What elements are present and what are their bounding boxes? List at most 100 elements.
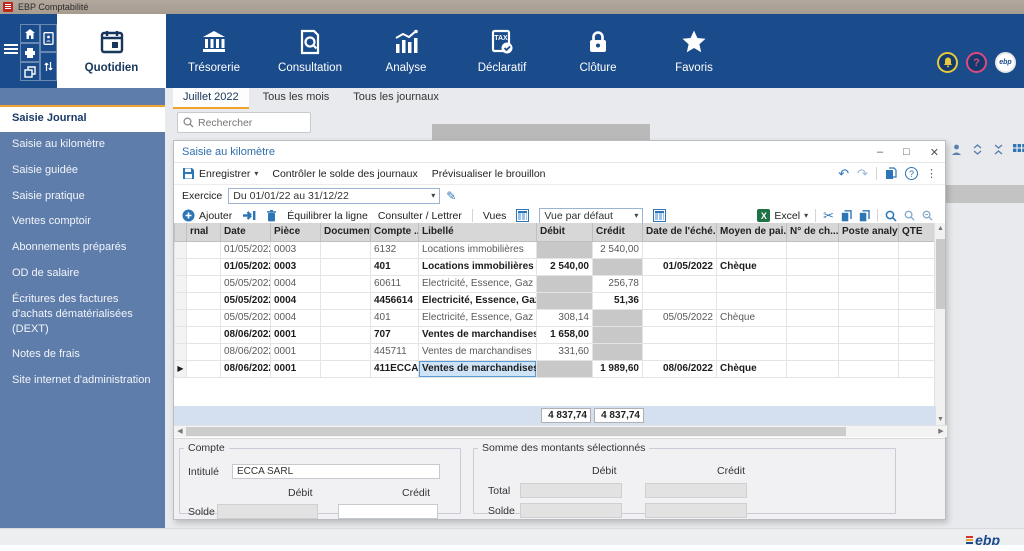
entry-row[interactable]: 01/05/2022 0003 401 Locations immobilières 2… (174, 257, 936, 276)
cell-qte[interactable] (898, 291, 936, 310)
horizontal-scrollbar[interactable]: ◀ ▶ (174, 425, 947, 437)
cell-libelle[interactable]: Locations immobilières (418, 257, 537, 276)
cell-debit[interactable] (536, 359, 593, 378)
cell-debit[interactable] (536, 240, 593, 259)
cell-debit[interactable]: 2 540,00 (536, 257, 593, 276)
nav-tab-consultation[interactable]: Consultation (262, 14, 358, 88)
cell-compte[interactable]: 4456614 (370, 291, 419, 310)
cell-date[interactable]: 08/06/2022 (220, 359, 271, 378)
cell-moyen[interactable] (716, 325, 787, 344)
cell-echeance[interactable] (642, 274, 717, 293)
add-row-button[interactable]: Ajouter (182, 209, 232, 222)
cell-libelle[interactable]: Locations immobilières (418, 240, 537, 259)
dialog-titlebar[interactable]: Saisie au kilomètre – □ ✕ (174, 141, 945, 163)
cell-piece[interactable]: 0004 (270, 274, 321, 293)
cell-journal[interactable] (186, 359, 221, 378)
cell-qte[interactable] (898, 325, 936, 344)
cell-journal[interactable] (186, 325, 221, 344)
intitule-field[interactable]: ECCA SARL (232, 464, 440, 479)
column-header[interactable]: rnal (186, 223, 221, 242)
cell-debit[interactable] (536, 274, 593, 293)
dialog-help-icon[interactable]: ? (905, 167, 918, 180)
column-header[interactable]: Moyen de pai... (716, 223, 787, 242)
cell-qte[interactable] (898, 359, 936, 378)
cell-moyen[interactable]: Chèque (716, 308, 787, 327)
cell-piece[interactable]: 0004 (270, 291, 321, 310)
cell-compte[interactable]: 6132 (370, 240, 419, 259)
row-marker[interactable] (174, 342, 187, 361)
cell-poste[interactable] (838, 325, 899, 344)
cell-date[interactable]: 08/06/2022 (220, 342, 271, 361)
paste-icon[interactable] (859, 209, 870, 222)
cell-date[interactable]: 01/05/2022 (220, 240, 271, 259)
cell-ncheque[interactable] (786, 291, 839, 310)
grid-view-icon[interactable] (1013, 143, 1024, 156)
view-select[interactable]: Vue par défaut ▾ (539, 207, 644, 224)
cell-compte[interactable]: 707 (370, 325, 419, 344)
cell-credit[interactable]: 256,78 (592, 274, 643, 293)
windows-layers-icon[interactable] (20, 62, 40, 81)
copy-icon[interactable] (841, 209, 852, 222)
cell-date[interactable]: 05/05/2022 (220, 291, 271, 310)
undo-icon[interactable]: ↶ (838, 166, 849, 182)
cell-poste[interactable] (838, 308, 899, 327)
column-header[interactable]: Date (220, 223, 271, 242)
sidebar-item[interactable]: Site internet d'administration (0, 368, 165, 394)
cell-poste[interactable] (838, 359, 899, 378)
close-icon[interactable]: ✕ (930, 146, 939, 159)
entry-row[interactable]: ▶ 08/06/2022 0001 411ECCA Ventes de marchand… (174, 359, 936, 378)
more-options-icon[interactable]: ⋮ (926, 167, 937, 180)
cell-journal[interactable] (186, 342, 221, 361)
nav-tab-analyse[interactable]: Analyse (358, 14, 454, 88)
entry-row[interactable]: 08/06/2022 0001 707 Ventes de marchandises 1… (174, 325, 936, 344)
cell-poste[interactable] (838, 240, 899, 259)
views-grid-icon[interactable] (516, 209, 530, 222)
expand-rows-icon[interactable] (971, 143, 984, 156)
user-icon[interactable] (950, 143, 963, 156)
cell-echeance[interactable]: 08/06/2022 (642, 359, 717, 378)
entry-row[interactable]: 05/05/2022 0004 4456614 Electricité, Essenc… (174, 291, 936, 310)
zoom-in-icon[interactable] (922, 210, 933, 221)
row-marker[interactable] (174, 308, 187, 327)
filter-tab[interactable]: Tous les journaux (343, 88, 449, 109)
sort-transfer-icon[interactable] (40, 52, 57, 81)
cell-document[interactable] (320, 342, 371, 361)
cell-journal[interactable] (186, 257, 221, 276)
cell-journal[interactable] (186, 274, 221, 293)
cell-journal[interactable] (186, 308, 221, 327)
maximize-icon[interactable]: □ (903, 146, 910, 158)
copy-pages-icon[interactable] (885, 167, 897, 180)
sidebar-item[interactable]: Écritures des factures d'achats dématéri… (0, 287, 165, 343)
column-header[interactable]: N° de ch... (786, 223, 839, 242)
minimize-icon[interactable]: – (877, 146, 883, 158)
entry-row[interactable]: 01/05/2022 0003 6132 Locations immobilières… (174, 240, 936, 259)
cell-document[interactable] (320, 291, 371, 310)
nav-tab-tresorerie[interactable]: Trésorerie (166, 14, 262, 88)
cell-libelle[interactable]: Electricité, Essence, Gaz (418, 291, 537, 310)
cell-compte[interactable]: 60611 (370, 274, 419, 293)
sidebar-item[interactable]: Saisie pratique (0, 184, 165, 210)
column-header[interactable]: Poste analyti... (838, 223, 899, 242)
nav-tab-favoris[interactable]: Favoris (646, 14, 742, 88)
cut-icon[interactable]: ✂ (823, 208, 834, 224)
cell-ncheque[interactable] (786, 325, 839, 344)
sidebar-item[interactable]: Saisie guidée (0, 158, 165, 184)
edit-exercice-icon[interactable]: ✎ (446, 189, 456, 203)
cell-debit[interactable] (536, 291, 593, 310)
save-button[interactable]: Enregistrer ▾ (182, 167, 258, 180)
nav-tab-quotidien[interactable]: Quotidien (57, 14, 166, 88)
cell-libelle[interactable]: Electricité, Essence, Gaz (418, 308, 537, 327)
control-balance-button[interactable]: Contrôler le solde des journaux (272, 168, 417, 180)
nav-tab-cloture[interactable]: Clôture (550, 14, 646, 88)
sidebar-item[interactable]: Saisie Journal (0, 105, 165, 132)
column-header[interactable]: Libellé (418, 223, 537, 242)
cell-credit[interactable] (592, 325, 643, 344)
cell-moyen[interactable] (716, 291, 787, 310)
column-header[interactable]: Document (320, 223, 371, 242)
compte-solde-credit-field[interactable] (338, 504, 438, 519)
row-marker[interactable] (174, 325, 187, 344)
balance-line-button[interactable]: Équilibrer la ligne (287, 210, 368, 222)
cell-compte[interactable]: 401 (370, 257, 419, 276)
sidebar-item[interactable]: Saisie au kilomètre (0, 132, 165, 158)
cell-moyen[interactable] (716, 342, 787, 361)
